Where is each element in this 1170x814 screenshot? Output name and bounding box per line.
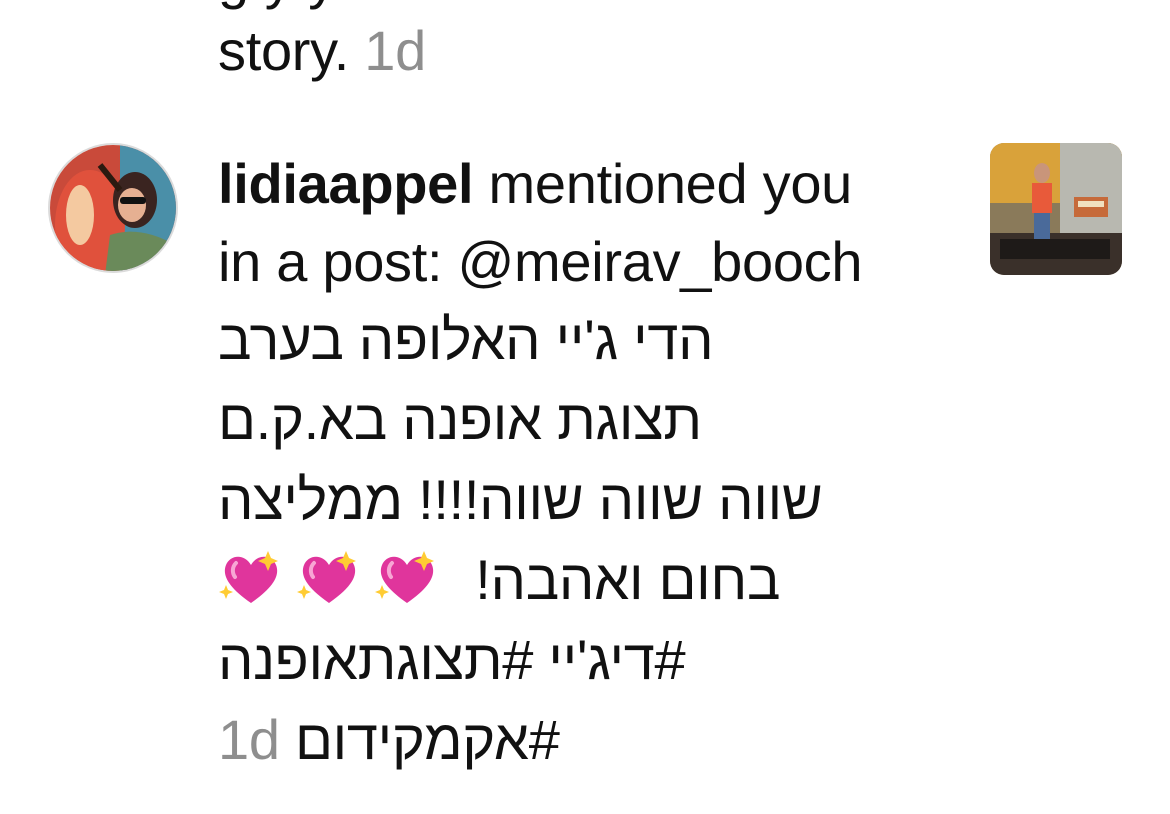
caption-line-4: בחום ואהבה! [218, 541, 780, 623]
caption-line-2: תצוגת אופנה בא.ק.ם [218, 388, 702, 451]
caption-line-3: שווה שווה שווה!!!! ממליצה [218, 468, 823, 531]
post-thumbnail-image [990, 143, 1122, 275]
sparkling-heart-icon [296, 545, 362, 611]
username-link[interactable]: lidiaappel [218, 152, 474, 215]
notification-text-line-1: lidiaappel mentioned you [218, 145, 852, 223]
hashtag-link[interactable]: #אקמקידום [295, 701, 560, 779]
notification-time: 1d [218, 708, 280, 771]
emoji-row [218, 545, 452, 623]
sparkling-heart-icon [374, 545, 440, 611]
sparkling-heart-icon [218, 545, 284, 611]
post-thumbnail[interactable] [990, 143, 1122, 275]
avatar-image [50, 145, 176, 271]
previous-notification-tail: story. 1d [218, 12, 426, 90]
caption-line-1: הדי ג'יי האלופה בערב [218, 308, 714, 371]
previous-notification-text: story. [218, 19, 349, 82]
hashtags-line-2: 1d #אקמקידום [218, 701, 560, 779]
notification-action-text: mentioned you [473, 152, 853, 215]
hashtags-line-1[interactable]: #דיג'יי #תצוגתאופנה [218, 621, 686, 699]
notification-text-line-2: in a post: @meirav_booch [218, 230, 863, 293]
previous-notification-time: 1d [364, 19, 426, 82]
caption-line-4-text: בחום ואהבה! [475, 548, 781, 611]
user-avatar[interactable] [48, 143, 178, 273]
